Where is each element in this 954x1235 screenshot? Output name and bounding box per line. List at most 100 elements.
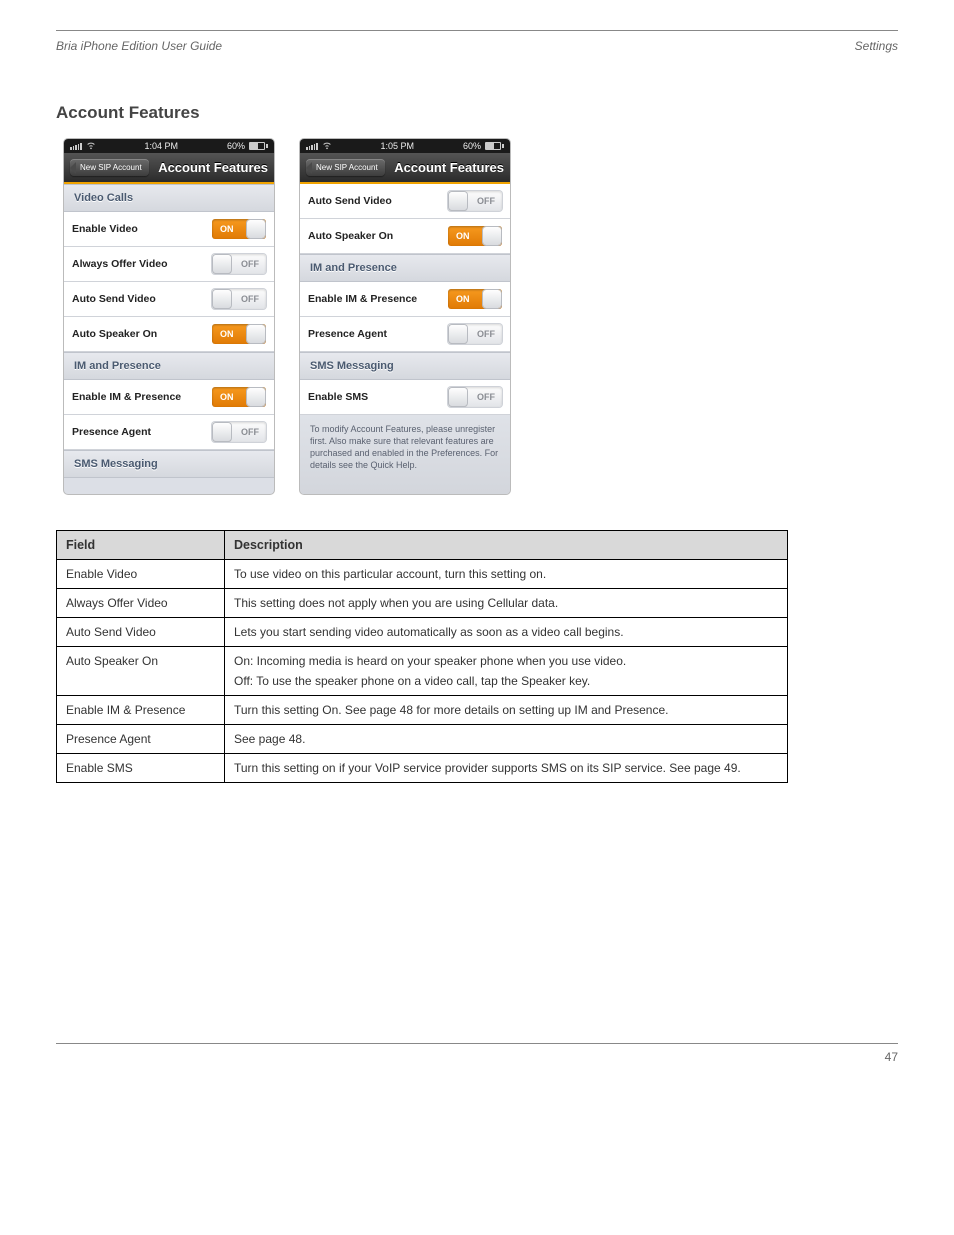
toggle-knob [483,227,501,245]
toggle-on[interactable]: ON [448,289,502,309]
table-cell-desc: On: Incoming media is heard on your spea… [225,646,788,695]
setting-row: Presence Agent OFF [300,317,510,352]
status-time: 1:05 PM [380,141,414,151]
table-row: Presence AgentSee page 48. [57,724,788,753]
setting-row: Enable Video ON [64,212,274,247]
toggle-off[interactable]: OFF [212,254,266,274]
toggle-off[interactable]: OFF [448,191,502,211]
status-time: 1:04 PM [144,141,178,151]
toggle-knob [247,325,265,343]
battery-icon [249,142,268,150]
back-button[interactable]: New SIP Account [306,159,385,176]
toggle-label: ON [220,392,234,402]
toggle-label: OFF [477,196,495,206]
options-table: Field Description Enable VideoTo use vid… [56,530,788,783]
toggle-label: ON [220,224,234,234]
table-row: Enable IM & PresenceTurn this setting On… [57,695,788,724]
toggle-label: ON [220,329,234,339]
toggle-off[interactable]: OFF [448,387,502,407]
header-left: Bria iPhone Edition User Guide [56,39,222,53]
section-header: IM and Presence [300,254,510,282]
table-cell-field: Enable IM & Presence [57,695,225,724]
toggle-label: ON [456,294,470,304]
table-cell-desc: To use video on this particular account,… [225,559,788,588]
setting-row: Enable IM & Presence ON [300,282,510,317]
table-cell-desc: Lets you start sending video automatical… [225,617,788,646]
section-header: SMS Messaging [64,450,274,478]
table-row: Auto Send VideoLets you start sending vi… [57,617,788,646]
table-cell-field: Presence Agent [57,724,225,753]
table-row: Enable VideoTo use video on this particu… [57,559,788,588]
status-bar: 1:05 PM 60% [300,139,510,153]
table-cell-field: Auto Speaker On [57,646,225,695]
toggle-label: OFF [477,392,495,402]
setting-label: Enable SMS [308,391,368,403]
section-title: Account Features [56,103,898,123]
nav-title: Account Features [155,160,268,175]
setting-label: Auto Speaker On [308,230,393,242]
setting-row: Auto Speaker On ON [64,317,274,352]
setting-label: Enable IM & Presence [72,391,181,403]
screenshot-left: 1:04 PM 60% New SIP Account Account Feat… [64,139,274,494]
toggle-knob [247,388,265,406]
toggle-knob [449,192,467,210]
help-text: To modify Account Features, please unreg… [300,415,510,494]
toggle-label: ON [456,231,470,241]
toggle-off[interactable]: OFF [212,289,266,309]
table-cell-desc: This setting does not apply when you are… [225,588,788,617]
table-cell-field: Enable Video [57,559,225,588]
toggle-label: OFF [477,329,495,339]
toggle-label: OFF [241,427,259,437]
toggle-on[interactable]: ON [212,387,266,407]
back-button[interactable]: New SIP Account [70,159,149,176]
screenshot-left-body: Video Calls Enable Video ON Always Offer Vi… [64,184,274,478]
section-header: IM and Presence [64,352,274,380]
toggle-knob [449,325,467,343]
table-cell-desc: See page 48. [225,724,788,753]
toggle-off[interactable]: OFF [448,324,502,344]
wifi-icon [86,140,96,152]
setting-row: Enable SMS OFF [300,380,510,415]
wifi-icon [322,140,332,152]
page-number: 47 [885,1050,898,1064]
table-cell-desc: Turn this setting on if your VoIP servic… [225,753,788,782]
toggle-knob [213,290,231,308]
table-header-field: Field [57,530,225,559]
toggle-knob [213,255,231,273]
table-row: Auto Speaker OnOn: Incoming media is hea… [57,646,788,695]
setting-label: Presence Agent [308,328,387,340]
battery-pct: 60% [227,141,245,151]
header-right: Settings [855,39,898,53]
table-cell-desc: Turn this setting On. See page 48 for mo… [225,695,788,724]
setting-label: Always Offer Video [72,258,168,270]
setting-label: Enable IM & Presence [308,293,417,305]
screenshot-right-body: Auto Send Video OFF Auto Speaker On ON IM an… [300,184,510,415]
toggle-off[interactable]: OFF [212,422,266,442]
setting-label: Enable Video [72,223,138,235]
table-cell-field: Enable SMS [57,753,225,782]
setting-row: Presence Agent OFF [64,415,274,450]
section-header: SMS Messaging [300,352,510,380]
setting-row: Auto Send Video OFF [300,184,510,219]
toggle-on[interactable]: ON [212,219,266,239]
nav-bar: New SIP Account Account Features [64,153,274,184]
status-bar: 1:04 PM 60% [64,139,274,153]
signal-icon [70,142,82,150]
table-cell-field: Always Offer Video [57,588,225,617]
toggle-knob [213,423,231,441]
toggle-on[interactable]: ON [448,226,502,246]
toggle-knob [247,220,265,238]
setting-label: Auto Speaker On [72,328,157,340]
nav-bar: New SIP Account Account Features [300,153,510,184]
setting-label: Auto Send Video [308,195,392,207]
section-header: Video Calls [64,184,274,212]
setting-row: Auto Send Video OFF [64,282,274,317]
table-row: Always Offer VideoThis setting does not … [57,588,788,617]
setting-label: Auto Send Video [72,293,156,305]
toggle-on[interactable]: ON [212,324,266,344]
setting-label: Presence Agent [72,426,151,438]
signal-icon [306,142,318,150]
battery-icon [485,142,504,150]
toggle-label: OFF [241,294,259,304]
battery-pct: 60% [463,141,481,151]
